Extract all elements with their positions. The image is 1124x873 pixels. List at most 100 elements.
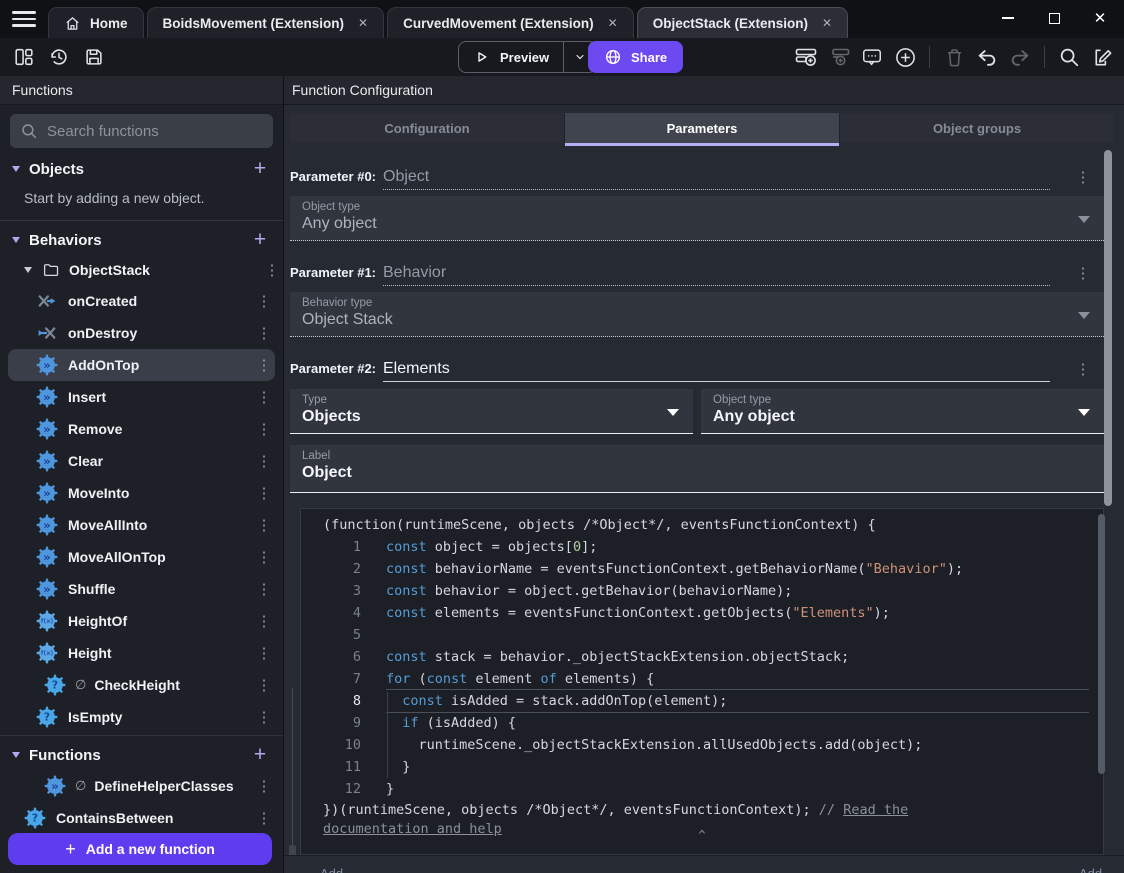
item-menu-icon[interactable]: ⋮	[253, 708, 275, 726]
version-history-icon[interactable]	[47, 45, 71, 69]
tab-object-groups[interactable]: Object groups	[840, 113, 1114, 143]
parameter-2-name-field[interactable]: Elements	[383, 360, 1050, 382]
item-menu-icon[interactable]: ⋮	[253, 516, 275, 534]
parameters-scrollbar[interactable]	[1104, 150, 1112, 506]
add-new-function-button[interactable]: + Add a new function	[8, 833, 272, 865]
tab-close-icon[interactable]: ✕	[358, 16, 368, 30]
behavior-item-moveallontop[interactable]: » MoveAllOnTop ⋮	[8, 541, 275, 573]
search-icon[interactable]	[1057, 45, 1081, 69]
parameter-menu-icon[interactable]: ⋮	[1072, 360, 1094, 382]
parameter-0-name-field[interactable]: Object	[383, 168, 1050, 190]
behavior-item-moveallinto[interactable]: » MoveAllInto ⋮	[8, 509, 275, 541]
item-menu-icon[interactable]: ⋮	[253, 580, 275, 598]
tab-configuration[interactable]: Configuration	[290, 113, 565, 143]
item-menu-icon[interactable]: ⋮	[253, 676, 275, 694]
parameter-2-label-input[interactable]: Label Object	[290, 445, 1104, 493]
code-line-3[interactable]: 3 const behavior = object.getBehavior(beh…	[301, 580, 1103, 602]
item-menu-icon[interactable]: ⋮	[261, 261, 283, 279]
preview-button-main[interactable]: Preview	[459, 42, 563, 72]
code-line-8[interactable]: 8 const isAdded = stack.addOnTop(element…	[301, 690, 1103, 712]
behavior-item-height[interactable]: f(x) Height ⋮	[8, 637, 275, 669]
add-comment-icon[interactable]	[860, 45, 884, 69]
share-button[interactable]: Share	[588, 41, 684, 73]
section-behaviors[interactable]: Behaviors +	[0, 225, 283, 255]
documentation-link[interactable]: Read the	[843, 802, 908, 818]
tab-parameters[interactable]: Parameters	[565, 113, 840, 146]
chevron-down-icon[interactable]	[24, 267, 32, 273]
behavior-item-ondestroy[interactable]: onDestroy ⋮	[8, 317, 275, 349]
item-menu-icon[interactable]: ⋮	[253, 612, 275, 630]
parameter-2-object-type-select[interactable]: Object type Any object	[701, 389, 1104, 434]
behavior-item-shuffle[interactable]: » Shuffle ⋮	[8, 573, 275, 605]
search-functions-box[interactable]	[10, 114, 273, 148]
add-behavior-icon[interactable]: +	[249, 229, 271, 250]
code-line-7[interactable]: 7 for (const element of elements) {	[301, 668, 1103, 690]
tab-curvedmovement-extension[interactable]: CurvedMovement (Extension) ✕	[387, 7, 634, 38]
item-menu-icon[interactable]: ⋮	[253, 292, 275, 310]
chevron-down-icon[interactable]	[12, 166, 20, 172]
close-icon[interactable]: ✕	[1090, 8, 1110, 28]
code-line-4[interactable]: 4 const elements = eventsFunctionContext.…	[301, 602, 1103, 624]
edit-extension-icon[interactable]	[1090, 45, 1114, 69]
item-menu-icon[interactable]: ⋮	[253, 388, 275, 406]
chevron-down-icon[interactable]	[12, 237, 20, 243]
behavior-item-clear[interactable]: » Clear ⋮	[8, 445, 275, 477]
minimize-icon[interactable]	[998, 8, 1018, 28]
redo-icon[interactable]	[1008, 45, 1032, 69]
item-menu-icon[interactable]: ⋮	[253, 809, 275, 827]
tab-boidsmovement-extension[interactable]: BoidsMovement (Extension) ✕	[146, 7, 385, 38]
search-functions-input[interactable]	[47, 122, 263, 140]
documentation-link[interactable]: documentation and help	[323, 821, 502, 837]
section-objects[interactable]: Objects +	[0, 154, 283, 184]
delete-icon[interactable]	[942, 45, 966, 69]
item-menu-icon[interactable]: ⋮	[253, 324, 275, 342]
behavior-item-heightof[interactable]: f(x) HeightOf ⋮	[8, 605, 275, 637]
add-object-icon[interactable]: +	[249, 158, 271, 179]
code-line-5[interactable]: 5	[301, 624, 1103, 646]
tab-close-icon[interactable]: ✕	[822, 16, 832, 30]
behavior-item-oncreated[interactable]: onCreated ⋮	[8, 285, 275, 317]
parameter-1-behavior-type-select[interactable]: Behavior type Object Stack	[290, 292, 1104, 337]
parameter-menu-icon[interactable]: ⋮	[1072, 168, 1094, 190]
preview-button[interactable]: Preview	[458, 41, 598, 73]
code-line-12[interactable]: 12}	[301, 778, 1103, 800]
code-line-1[interactable]: 1 const object = objects[0];	[301, 536, 1103, 558]
code-line-6[interactable]: 6 const stack = behavior._objectStackExte…	[301, 646, 1103, 668]
hamburger-menu-icon[interactable]	[12, 11, 36, 27]
add-circle-icon[interactable]	[893, 45, 917, 69]
code-line-10[interactable]: 10 runtimeScene._objectStackExtension.al…	[301, 734, 1103, 756]
item-menu-icon[interactable]: ⋮	[253, 548, 275, 566]
add-subevent-icon[interactable]	[827, 45, 851, 69]
parameter-menu-icon[interactable]: ⋮	[1072, 264, 1094, 286]
fn-item-definehelperclasses[interactable]: » ∅ DefineHelperClasses ⋮	[8, 770, 275, 802]
code-line-9[interactable]: 9 if (isAdded) {	[301, 712, 1103, 734]
fn-item-containsbetween[interactable]: ? ContainsBetween ⋮	[8, 802, 275, 834]
parameter-2-type-select[interactable]: Type Objects	[290, 389, 693, 434]
expand-caret-icon[interactable]: ^	[698, 824, 705, 846]
item-menu-icon[interactable]: ⋮	[253, 484, 275, 502]
section-functions[interactable]: Functions +	[0, 740, 283, 770]
tab-objectstack-extension[interactable]: ObjectStack (Extension) ✕	[636, 7, 849, 38]
parameter-1-name-field[interactable]: Behavior	[383, 264, 1050, 286]
behavior-group-objectstack[interactable]: ObjectStack ⋮	[0, 255, 283, 285]
parameter-0-object-type-select[interactable]: Object type Any object	[290, 196, 1104, 241]
layout-panels-icon[interactable]	[12, 45, 36, 69]
item-menu-icon[interactable]: ⋮	[253, 644, 275, 662]
item-menu-icon[interactable]: ⋮	[253, 420, 275, 438]
add-function-icon[interactable]: +	[249, 744, 271, 765]
behavior-item-moveinto[interactable]: » MoveInto ⋮	[8, 477, 275, 509]
code-scrollbar[interactable]	[1098, 514, 1105, 774]
behavior-item-checkheight[interactable]: ? ∅ CheckHeight ⋮	[8, 669, 275, 701]
maximize-icon[interactable]	[1044, 8, 1064, 28]
chevron-down-icon[interactable]	[12, 752, 20, 758]
behavior-item-remove[interactable]: » Remove ⋮	[8, 413, 275, 445]
javascript-code-editor[interactable]: (function(runtimeScene, objects /*Object…	[300, 508, 1104, 855]
behavior-item-isempty[interactable]: ? IsEmpty ⋮	[8, 701, 275, 733]
item-menu-icon[interactable]: ⋮	[253, 356, 275, 374]
tab-home[interactable]: Home	[48, 7, 144, 38]
save-icon[interactable]	[82, 45, 106, 69]
tab-close-icon[interactable]: ✕	[608, 16, 618, 30]
add-event-icon[interactable]	[794, 45, 818, 69]
behavior-item-addontop[interactable]: » AddOnTop ⋮	[8, 349, 275, 381]
item-menu-icon[interactable]: ⋮	[253, 452, 275, 470]
